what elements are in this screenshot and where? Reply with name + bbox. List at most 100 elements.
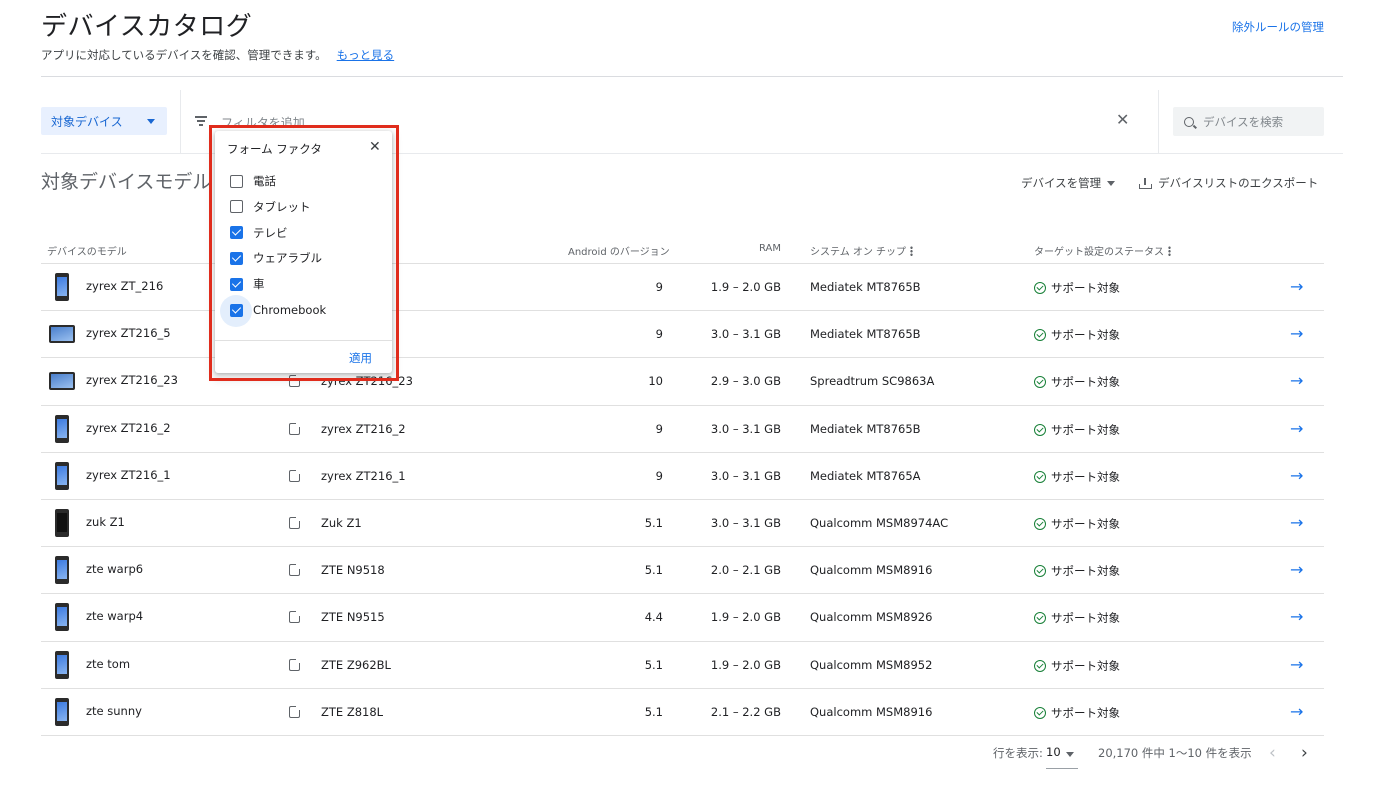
form-factor-option[interactable]: タブレット: [230, 198, 311, 216]
check-circle-icon: [1034, 612, 1046, 625]
table-row[interactable]: zyrex ZT216_1 zyrex ZT216_1 9 3.0 – 3.1 …: [41, 453, 1324, 500]
marketing-name-icon: [289, 658, 301, 671]
ram: 2.1 – 2.2 GB: [710, 704, 781, 719]
arrow-forward-icon[interactable]: →: [1290, 419, 1303, 438]
chevron-right-icon[interactable]: ›: [1301, 743, 1308, 763]
header-model[interactable]: デバイスのモデル: [47, 243, 127, 258]
status-label: サポート対象: [1051, 469, 1120, 484]
checkbox[interactable]: [230, 277, 243, 291]
form-factor-option[interactable]: テレビ: [230, 224, 288, 242]
targeting-status: サポート対象: [1034, 658, 1120, 674]
chevron-left-icon[interactable]: ‹: [1269, 743, 1276, 763]
target-devices-dropdown[interactable]: 対象デバイス: [41, 107, 167, 135]
phone-image: [55, 414, 69, 443]
more-vert-icon[interactable]: [910, 246, 914, 256]
form-factor-option[interactable]: 車: [230, 275, 265, 293]
table-row[interactable]: zuk Z1 Zuk Z1 5.1 3.0 – 3.1 GB Qualcomm …: [41, 500, 1324, 548]
targeting-status: サポート対象: [1034, 705, 1120, 721]
header-android[interactable]: Android のバージョン: [568, 243, 670, 258]
ram: 3.0 – 3.1 GB: [710, 515, 781, 530]
checkbox[interactable]: [230, 251, 243, 265]
close-icon[interactable]: ✕: [1116, 110, 1129, 129]
phone-image: [55, 556, 69, 585]
check-circle-icon: [1034, 282, 1046, 294]
arrow-forward-icon[interactable]: →: [1290, 277, 1303, 296]
filter-icon: [195, 116, 207, 126]
check-circle-icon: [1034, 376, 1046, 389]
phone-image: [55, 603, 69, 632]
device-model: zte sunny: [86, 703, 142, 718]
learn-more-link[interactable]: もっと見る: [337, 48, 395, 62]
arrow-forward-icon[interactable]: →: [1290, 513, 1303, 532]
marketing-name: Zuk Z1: [321, 515, 362, 530]
divider: [215, 340, 392, 341]
status-label: サポート対象: [1051, 705, 1120, 720]
header-status[interactable]: ターゲット設定のステータス: [1034, 243, 1171, 258]
marketing-name-icon: [289, 563, 301, 577]
device-search[interactable]: [1173, 107, 1324, 136]
manage-devices-label: デバイスを管理: [1021, 176, 1102, 190]
divider: [1158, 90, 1159, 154]
search-icon: [1184, 116, 1194, 127]
device-thumbnail: [49, 319, 75, 349]
targeting-status: サポート対象: [1034, 469, 1120, 485]
popup-title: フォーム ファクタ: [227, 142, 322, 156]
arrow-forward-icon[interactable]: →: [1290, 560, 1303, 579]
table-row[interactable]: zyrex ZT216_2 zyrex ZT216_2 9 3.0 – 3.1 …: [41, 406, 1324, 453]
apply-button[interactable]: 適用: [349, 350, 372, 366]
marketing-name-icon: [289, 610, 301, 624]
check-circle-icon: [1034, 517, 1046, 530]
check-circle-icon: [1034, 329, 1046, 342]
ram: 1.9 – 2.0 GB: [710, 657, 781, 672]
android-version: 5.1: [644, 563, 663, 578]
ram: 1.9 – 2.0 GB: [710, 280, 781, 294]
arrow-forward-icon[interactable]: →: [1290, 655, 1303, 674]
add-filter-input[interactable]: フィルタを追加: [221, 114, 305, 131]
header-ram[interactable]: RAM: [759, 243, 781, 254]
android-version: 9: [655, 468, 663, 483]
export-device-list-button[interactable]: デバイスリストのエクスポート: [1139, 175, 1318, 191]
exclusion-rules-link[interactable]: 除外ルールの管理: [1232, 19, 1324, 35]
form-factor-option[interactable]: ウェアラブル: [230, 249, 322, 267]
manage-devices-button[interactable]: デバイスを管理: [1021, 175, 1116, 191]
device-thumbnail: [49, 602, 75, 632]
marketing-name: ZTE N9518: [321, 563, 385, 578]
table-row[interactable]: zte warp4 ZTE N9515 4.4 1.9 – 2.0 GB Qua…: [41, 594, 1324, 642]
checkbox[interactable]: [230, 174, 243, 188]
caret-down-icon: [1107, 180, 1116, 186]
checkbox[interactable]: [230, 226, 243, 240]
table-row[interactable]: zte sunny ZTE Z818L 5.1 2.1 – 2.2 GB Qua…: [41, 689, 1324, 736]
device-search-input[interactable]: [1203, 114, 1313, 129]
phone-image: [55, 650, 69, 679]
more-vert-icon[interactable]: [1168, 246, 1171, 256]
option-label: 車: [253, 277, 265, 292]
table-row[interactable]: zte warp6 ZTE N9518 5.1 2.0 – 2.1 GB Qua…: [41, 547, 1324, 595]
check-circle-icon: [1034, 565, 1046, 578]
arrow-forward-icon[interactable]: →: [1290, 371, 1303, 390]
form-factor-option[interactable]: 電話: [230, 172, 276, 190]
android-version: 4.4: [644, 610, 663, 625]
checkbox[interactable]: [230, 303, 243, 317]
arrow-forward-icon[interactable]: →: [1290, 324, 1303, 343]
rows-per-page-label: 行を表示:: [993, 746, 1043, 760]
arrow-forward-icon[interactable]: →: [1290, 466, 1303, 485]
checkbox[interactable]: [230, 200, 243, 214]
system-on-chip: Mediatek MT8765B: [810, 421, 921, 436]
ram: 2.0 – 2.1 GB: [710, 563, 781, 578]
arrow-forward-icon[interactable]: →: [1290, 702, 1303, 721]
ram: 2.9 – 3.0 GB: [710, 374, 781, 389]
phone-image: [55, 508, 69, 537]
table-row[interactable]: zte tom ZTE Z962BL 5.1 1.9 – 2.0 GB Qual…: [41, 642, 1324, 689]
close-icon[interactable]: ✕: [369, 139, 381, 155]
rows-per-page-select[interactable]: 10: [1046, 741, 1078, 769]
check-circle-icon: [1034, 706, 1046, 719]
form-factor-option[interactable]: Chromebook: [230, 301, 326, 319]
device-model: zte tom: [86, 656, 131, 671]
arrow-forward-icon[interactable]: →: [1290, 607, 1303, 626]
marketing-name: zyrex ZT216_2: [321, 421, 406, 436]
header-soc[interactable]: システム オン チップ: [810, 243, 914, 258]
device-thumbnail: [49, 366, 75, 396]
status-label: サポート対象: [1051, 516, 1120, 531]
android-version: 9: [655, 327, 663, 342]
system-on-chip: Mediatek MT8765B: [810, 280, 921, 294]
